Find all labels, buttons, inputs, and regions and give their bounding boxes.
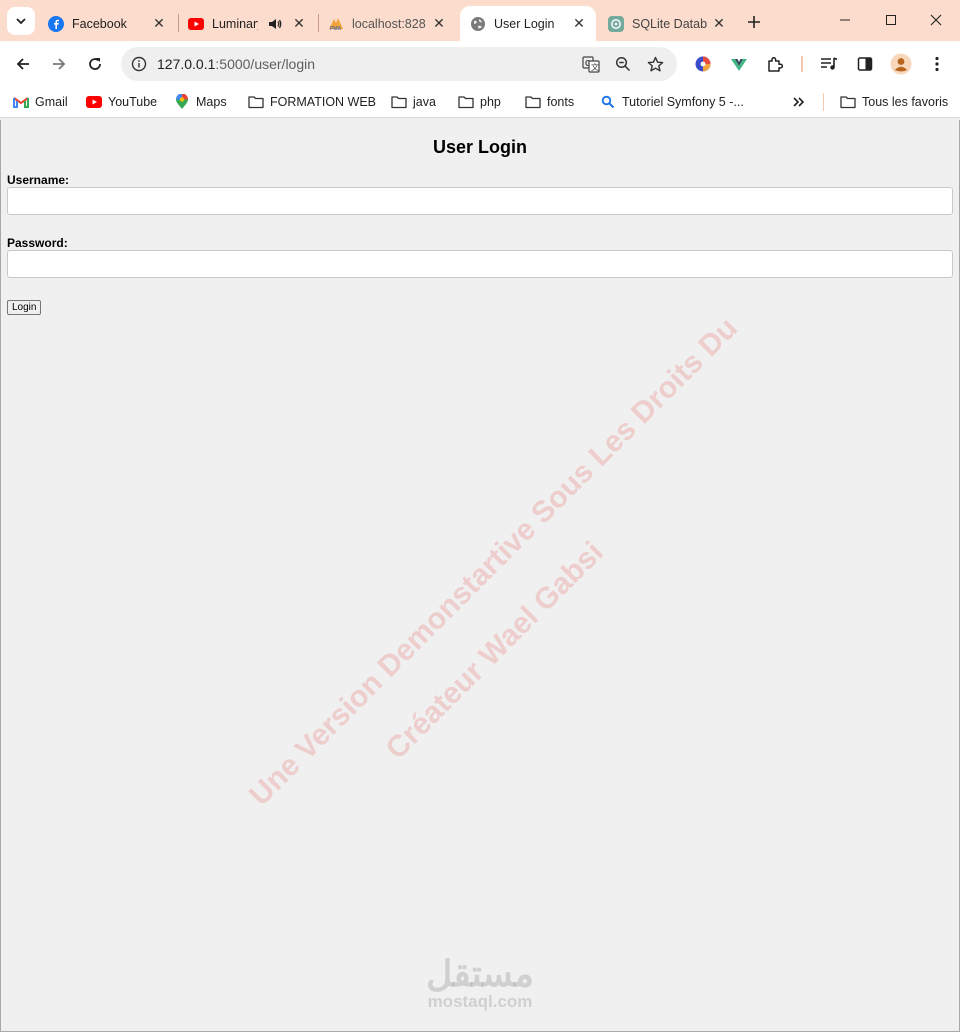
bookmark-folder-java[interactable]: java xyxy=(391,92,436,112)
bookmark-label: java xyxy=(413,95,436,109)
toolbar-separator xyxy=(801,56,803,72)
maximize-button[interactable] xyxy=(868,4,914,36)
kebab-menu-icon xyxy=(935,56,939,72)
svg-text:文: 文 xyxy=(591,62,599,72)
bookmark-folder-php[interactable]: php xyxy=(458,92,501,112)
forward-button[interactable] xyxy=(44,49,74,79)
url-host: 127.0.0.1 xyxy=(157,56,216,72)
bookmark-label: Tutoriel Symfony 5 -... xyxy=(622,95,744,109)
bookmark-gmail[interactable]: Gmail xyxy=(13,92,68,112)
phpmyadmin-icon: PMA xyxy=(328,16,344,32)
minimize-button[interactable] xyxy=(822,4,868,36)
bookmark-folder-fonts[interactable]: fonts xyxy=(525,92,574,112)
arrow-left-icon xyxy=(16,58,29,70)
vue-devtools-icon[interactable] xyxy=(724,49,754,79)
address-bar[interactable]: 127.0.0.1:5000/user/login G文 xyxy=(121,47,677,81)
tab-title: localhost:828 xyxy=(352,16,426,31)
bookmark-label: Maps xyxy=(196,95,227,109)
arrow-right-icon xyxy=(53,58,66,70)
bookmark-youtube[interactable]: YouTube xyxy=(86,92,157,112)
tab-close-button[interactable]: ✕ xyxy=(150,15,168,33)
bookmarks-separator xyxy=(823,93,824,111)
maximize-icon xyxy=(886,15,896,25)
folder-icon xyxy=(248,94,264,110)
chatgpt-icon xyxy=(608,15,624,32)
youtube-icon xyxy=(188,16,204,32)
reload-icon xyxy=(89,58,101,70)
globe-icon xyxy=(470,16,486,32)
bookmark-folder-formation-web[interactable]: FORMATION WEB xyxy=(248,92,376,112)
tab-close-button[interactable]: ✕ xyxy=(290,15,308,33)
youtube-icon xyxy=(86,94,102,110)
folder-icon xyxy=(525,94,541,110)
tab-close-button[interactable]: ✕ xyxy=(710,15,728,33)
tab-luminary[interactable]: Luminary ✕ xyxy=(178,6,316,41)
bookmark-label: Tous les favoris xyxy=(862,95,949,109)
username-input[interactable] xyxy=(7,187,953,215)
site-info-icon[interactable] xyxy=(129,54,149,74)
side-panel-icon[interactable] xyxy=(850,49,880,79)
bookmark-label: FORMATION WEB xyxy=(270,95,377,109)
profile-avatar[interactable] xyxy=(886,49,916,79)
back-button[interactable] xyxy=(8,49,38,79)
new-tab-button[interactable] xyxy=(742,10,766,34)
svg-text:PMA: PMA xyxy=(330,26,342,31)
tab-title: Luminary xyxy=(212,16,258,31)
bookmark-label: YouTube xyxy=(108,95,158,109)
bookmark-all-favorites[interactable]: Tous les favoris xyxy=(840,92,948,112)
maps-icon xyxy=(174,94,190,110)
close-icon xyxy=(930,14,942,26)
tab-sqlite[interactable]: SQLite Datab ✕ xyxy=(598,6,736,41)
tab-title: Facebook xyxy=(72,16,127,31)
bookmark-label: php xyxy=(480,95,501,109)
login-button[interactable]: Login xyxy=(7,300,42,315)
bookmarks-overflow-button[interactable] xyxy=(792,92,806,112)
tab-strip: Facebook ✕ Luminary ✕ PMA localhost:828 … xyxy=(0,0,960,41)
zoom-icon[interactable] xyxy=(609,50,637,78)
url-text[interactable]: 127.0.0.1:5000/user/login xyxy=(157,56,577,72)
double-chevron-right-icon xyxy=(793,97,805,107)
bookmark-label: Gmail xyxy=(35,95,68,109)
username-label: Username: xyxy=(7,173,70,187)
folder-icon xyxy=(391,94,407,110)
extension-colorful-icon[interactable] xyxy=(688,49,718,79)
page-content: User Login Username: Password: Login xyxy=(0,120,960,1032)
url-path: :5000/user/login xyxy=(215,56,316,72)
search-icon xyxy=(600,94,616,110)
minimize-icon xyxy=(840,19,850,21)
bookmark-maps[interactable]: Maps xyxy=(174,92,227,112)
tab-title: User Login xyxy=(494,16,555,31)
folder-icon xyxy=(458,94,474,110)
tab-user-login[interactable]: User Login ✕ xyxy=(460,6,596,41)
bookmark-tutoriel-symfony[interactable]: Tutoriel Symfony 5 -... xyxy=(600,92,744,112)
folder-icon xyxy=(840,94,856,110)
password-input[interactable] xyxy=(7,250,953,278)
menu-button[interactable] xyxy=(922,49,952,79)
tab-title: SQLite Datab xyxy=(632,16,708,31)
password-label: Password: xyxy=(7,236,68,250)
speaker-icon[interactable] xyxy=(266,15,284,33)
facebook-icon xyxy=(48,15,64,32)
tab-localhost[interactable]: PMA localhost:828 ✕ xyxy=(318,6,456,41)
tab-close-button[interactable]: ✕ xyxy=(430,15,448,33)
tab-search-button[interactable] xyxy=(7,7,35,35)
extensions-puzzle-icon[interactable] xyxy=(760,49,790,79)
media-controls-icon[interactable] xyxy=(814,49,844,79)
tab-close-button[interactable]: ✕ xyxy=(570,15,588,33)
star-icon[interactable] xyxy=(641,50,669,78)
bookmark-label: fonts xyxy=(547,95,575,109)
plus-icon xyxy=(748,16,760,28)
tab-facebook[interactable]: Facebook ✕ xyxy=(38,6,176,41)
translate-icon[interactable]: G文 xyxy=(577,50,605,78)
close-window-button[interactable] xyxy=(913,4,959,36)
avatar-icon xyxy=(890,53,912,75)
page-title: User Login xyxy=(432,137,527,157)
reload-button[interactable] xyxy=(80,49,110,79)
gmail-icon xyxy=(13,94,29,110)
browser-toolbar: 127.0.0.1:5000/user/login G文 xyxy=(0,41,960,86)
chevron-down-icon xyxy=(16,18,26,25)
bookmarks-bar: Gmail YouTube Maps FORMATION WEB java ph… xyxy=(0,86,960,118)
